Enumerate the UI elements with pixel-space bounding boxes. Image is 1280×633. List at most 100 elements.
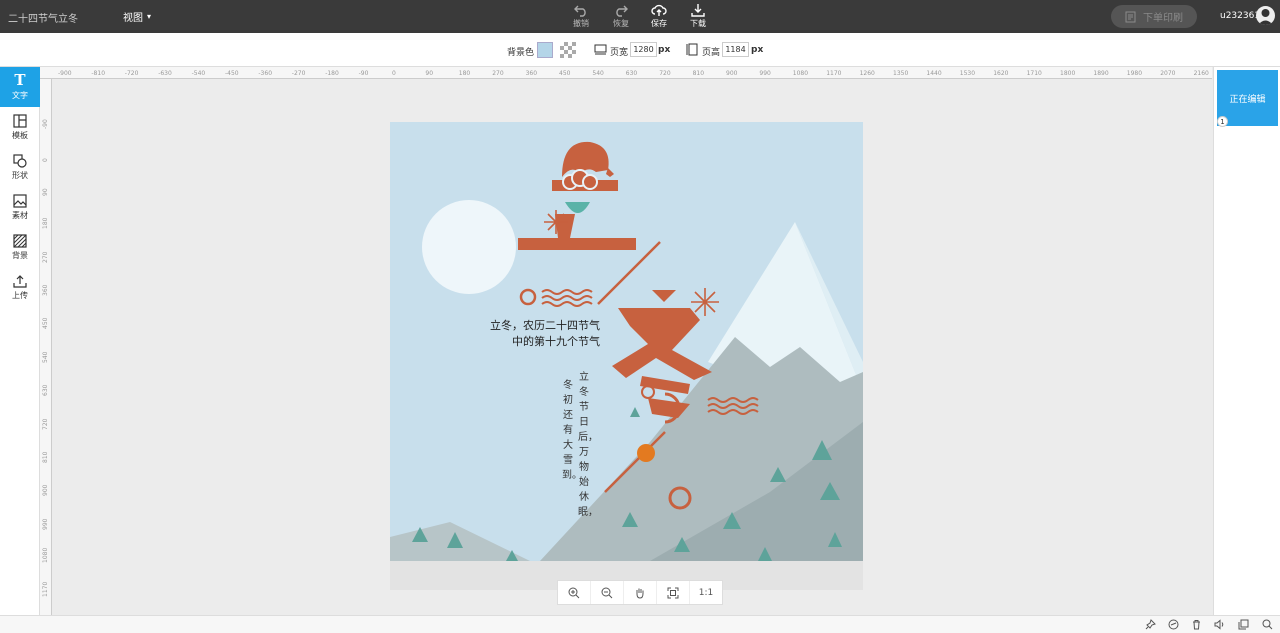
upload-icon <box>13 274 27 288</box>
ruler-tick-label: 990 <box>759 70 771 77</box>
ruler-tick-label: 360 <box>525 70 538 77</box>
transparent-bg-button[interactable] <box>560 42 576 58</box>
pan-button[interactable] <box>624 581 657 604</box>
volume-icon[interactable] <box>1214 619 1225 630</box>
property-bar: 背景色 页宽 1280 px 页高 1184 px <box>0 33 1280 67</box>
ruler-tick-label: 90 <box>425 70 434 77</box>
left-toolbar: T 文字 模板 形状 素材 背景 上传 <box>0 67 40 617</box>
bottom-bar <box>0 615 1280 633</box>
poster-artwork <box>390 141 863 561</box>
horizontal-ruler[interactable]: -900 -810 -720 -630 -540 -450 -360 -270 -180 -90 0… <box>40 67 1212 79</box>
sidebar-item-text[interactable]: T 文字 <box>0 67 40 107</box>
ruler-tick-label: 810 <box>42 451 49 463</box>
edit-icon <box>1125 11 1136 22</box>
save-label: 保存 <box>651 19 667 28</box>
ruler-tick-label: 1080 <box>42 547 49 564</box>
page-width-input[interactable]: 1280 <box>630 42 657 57</box>
ruler-tick-label: 1350 <box>893 70 909 77</box>
zoom-out-button[interactable] <box>591 581 624 604</box>
sidebar-item-shape[interactable]: 形状 <box>0 147 40 187</box>
redo-label: 恢复 <box>613 19 629 28</box>
document-title[interactable]: 二十四节气立冬 <box>8 10 78 25</box>
download-label: 下载 <box>690 19 706 28</box>
title-glyph <box>518 141 712 418</box>
pin-icon[interactable] <box>1145 619 1156 630</box>
view-menu[interactable]: 视图 ▾ <box>123 9 151 24</box>
page-height-label: 页高 <box>702 48 721 58</box>
fit-screen-button[interactable] <box>657 581 690 604</box>
ruler-tick-label: 1890 <box>1093 70 1109 77</box>
ruler-tick-label: 2160 <box>1193 70 1209 77</box>
fit-screen-icon <box>667 587 679 598</box>
chevron-down-icon: ▾ <box>147 12 152 21</box>
avatar[interactable] <box>1256 6 1275 25</box>
zoom-in-button[interactable] <box>558 581 591 604</box>
poster-vertical-text-left[interactable]: 冬初还有大雪到。 <box>562 378 582 483</box>
link-icon[interactable] <box>1168 619 1179 630</box>
poster-canvas[interactable]: 立冬，农历二十四节气 中的第十九个节气 立冬节日后，万物始休眠， 冬初还有大雪到… <box>390 122 863 561</box>
print-order-label: 下单印刷 <box>1143 13 1183 24</box>
headline-line-2: 中的第十九个节气 <box>512 335 600 348</box>
cloud-upload-icon <box>651 4 667 16</box>
ruler-tick-label: 90 <box>42 188 49 196</box>
ruler-tick-label: 180 <box>42 217 49 230</box>
download-button[interactable]: 下载 <box>680 3 716 29</box>
undo-icon <box>574 5 586 17</box>
top-bar: 二十四节气立冬 视图 ▾ 撤销 恢复 保存 下载 下单印刷 u232361 <box>0 0 1280 33</box>
redo-button[interactable]: 恢复 <box>603 3 639 29</box>
bg-color-swatch[interactable] <box>537 42 553 58</box>
page-width-label: 页宽 <box>610 48 629 58</box>
username[interactable]: u232361 <box>1220 11 1260 21</box>
view-menu-label: 视图 <box>123 13 143 24</box>
ruler-tick-label: 180 <box>458 70 471 77</box>
cloud <box>562 169 598 190</box>
ruler-tick-label: -180 <box>325 70 339 77</box>
ruler-tick-label: 990 <box>42 518 49 530</box>
ruler-tick-label: 1260 <box>859 70 875 77</box>
bg-color-label: 背景色 <box>507 48 535 58</box>
trash-icon[interactable] <box>1191 619 1202 630</box>
image-icon <box>13 193 27 208</box>
sidebar-item-upload[interactable]: 上传 <box>0 267 40 307</box>
undo-button[interactable]: 撤销 <box>563 3 599 29</box>
ruler-tick-label: 1440 <box>926 70 942 77</box>
ruler-tick-label: -90 <box>358 70 369 77</box>
poster-vertical-text-right[interactable]: 立冬节日后，万物始休眠， <box>578 370 598 520</box>
sidebar-item-background[interactable]: 背景 <box>0 227 40 267</box>
page-width-unit: px <box>658 45 671 55</box>
ruler-tick-label: 900 <box>726 70 738 77</box>
page-height-input[interactable]: 1184 <box>722 42 749 57</box>
poster-headline[interactable]: 立冬，农历二十四节气 中的第十九个节气 <box>482 318 600 350</box>
ruler-tick-label: -630 <box>158 70 172 77</box>
ruler-tick-label: 720 <box>659 70 671 77</box>
copy-icon[interactable] <box>1238 619 1249 630</box>
ruler-tick-label: -900 <box>58 70 72 77</box>
search-icon[interactable] <box>1262 619 1273 630</box>
page-height-unit: px <box>751 45 764 55</box>
ruler-tick-label: 1800 <box>1060 70 1076 77</box>
template-icon <box>13 113 27 128</box>
page-number-badge: 1 <box>1217 116 1228 127</box>
pages-panel: 正在编辑 1 <box>1213 67 1280 617</box>
ruler-tick-label: -90 <box>42 119 49 129</box>
ruler-tick-label: 1170 <box>826 70 842 77</box>
actual-size-button[interactable]: 1:1 <box>690 581 722 604</box>
sidebar-item-template[interactable]: 模板 <box>0 107 40 147</box>
print-order-button[interactable]: 下单印刷 <box>1111 5 1197 28</box>
sidebar-item-label: 素材 <box>12 210 28 220</box>
sidebar-item-label: 上传 <box>12 290 28 300</box>
sidebar-item-label: 文字 <box>12 91 28 100</box>
headline-line-1: 立冬，农历二十四节气 <box>490 319 600 332</box>
editing-label: 正在编辑 <box>1229 94 1266 105</box>
ruler-tick-label: 450 <box>42 317 49 330</box>
ruler-tick-label: 450 <box>559 70 571 77</box>
ruler-tick-label: 270 <box>492 70 504 77</box>
ruler-tick-label: -720 <box>124 70 139 77</box>
hand-icon <box>636 588 644 599</box>
vertical-ruler[interactable]: -90 0 90 180 270 360 450 540 630 720 810 900 990 1080… <box>40 79 52 615</box>
save-button[interactable]: 保存 <box>641 3 677 29</box>
ruler-tick-label: -540 <box>191 70 206 77</box>
sidebar-item-material[interactable]: 素材 <box>0 187 40 227</box>
ruler-tick-label: 540 <box>42 351 49 363</box>
sidebar-item-label: 背景 <box>12 250 28 260</box>
